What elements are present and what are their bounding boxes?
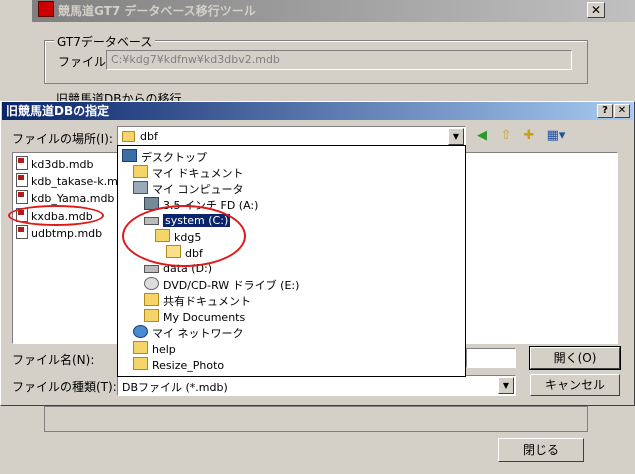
dropdown-item[interactable]: デスクトップ — [120, 149, 464, 165]
look-in-value: dbf — [140, 130, 158, 143]
shared-folder-icon — [144, 293, 159, 306]
background-close-button[interactable]: ✕ — [587, 2, 605, 18]
look-in-combo[interactable]: dbf ▼ — [117, 126, 466, 147]
dropdown-item[interactable]: マイ コンピュータ — [120, 181, 464, 197]
dropdown-item[interactable]: マイ ドキュメント — [120, 165, 464, 181]
dropdown-item[interactable]: DVD/CD-RW ドライブ (E:) — [120, 277, 464, 293]
cd-drive-icon — [144, 277, 159, 290]
open-button[interactable]: 開く(O) — [529, 346, 621, 370]
dropdown-item[interactable]: マイ ネットワーク — [120, 325, 464, 341]
dropdown-item[interactable]: 共有ドキュメント — [120, 293, 464, 309]
mdb-file-icon — [16, 156, 28, 170]
help-button[interactable]: ? — [597, 104, 613, 118]
desktop-icon — [122, 149, 137, 162]
new-folder-icon[interactable]: ✚ — [519, 126, 539, 146]
mdb-file-icon — [16, 225, 28, 239]
migration-progress-frame — [44, 406, 588, 432]
mdb-file-icon — [16, 190, 28, 204]
network-icon — [133, 325, 148, 338]
gt7-file-path-field[interactable]: C:¥kdg7¥kdfnw¥kd3dbv2.mdb — [106, 50, 572, 70]
filename-label: ファイル名(N): — [12, 353, 95, 367]
list-item[interactable]: kd3db.mdb — [16, 156, 94, 172]
dropdown-item-label: My Documents — [163, 311, 246, 324]
dropdown-item-label: 共有ドキュメント — [163, 295, 251, 308]
dropdown-item-label: デスクトップ — [141, 151, 207, 164]
folder-icon — [144, 309, 159, 322]
background-close-dialog-button[interactable]: 閉じる — [498, 438, 584, 462]
dropdown-item[interactable]: help — [120, 341, 464, 357]
view-menu-icon[interactable]: ▦▾ — [543, 126, 569, 146]
folder-icon — [133, 357, 148, 370]
list-item[interactable]: kdb_takase-k.mdb — [16, 173, 132, 189]
dialog-titlebar: 旧競馬道DBの指定 — [2, 102, 633, 120]
my-documents-icon — [133, 165, 148, 178]
background-window-titlebar: 競馬道GT7 データベース移行ツール — [32, 0, 635, 22]
folder-icon — [133, 341, 148, 354]
look-in-label: ファイルの場所(I): — [12, 132, 113, 146]
dialog-close-button[interactable]: ✕ — [614, 104, 630, 118]
open-folder-icon — [122, 131, 135, 142]
hard-drive-icon — [144, 265, 159, 273]
dropdown-item-label: DVD/CD-RW ドライブ (E:) — [163, 279, 300, 292]
filetype-combo[interactable]: DBファイル (*.mdb) ▼ — [117, 375, 516, 396]
filename-input[interactable] — [466, 348, 516, 368]
back-icon[interactable]: ◀ — [472, 126, 492, 146]
cancel-button[interactable]: キャンセル — [530, 374, 620, 396]
dropdown-item-label: help — [152, 343, 176, 356]
dropdown-item-label: マイ ドキュメント — [152, 167, 244, 180]
dropdown-item-label: マイ コンピュータ — [152, 183, 244, 196]
look-in-dropdown-arrow[interactable]: ▼ — [448, 128, 464, 145]
up-folder-icon[interactable]: ⇧ — [496, 126, 516, 146]
dropdown-item[interactable]: My Documents — [120, 309, 464, 325]
my-computer-icon — [133, 181, 148, 194]
filetype-label: ファイルの種類(T): — [12, 380, 117, 394]
file-label: ファイル: — [58, 55, 111, 69]
background-window-title: 競馬道GT7 データベース移行ツール — [58, 4, 256, 18]
dialog-title: 旧競馬道DBの指定 — [6, 104, 110, 118]
annotation-ellipse-folder — [122, 205, 246, 267]
dropdown-item[interactable]: Resize_Photo — [120, 357, 464, 373]
app-icon — [38, 1, 54, 17]
gt7-database-group-label: GT7データベース — [54, 33, 156, 50]
filetype-dropdown-arrow[interactable]: ▼ — [498, 377, 514, 394]
dropdown-item-label: Resize_Photo — [152, 359, 225, 372]
mdb-file-icon — [16, 173, 28, 187]
list-item[interactable]: kdb_Yama.mdb — [16, 190, 114, 206]
filetype-value: DBファイル (*.mdb) — [122, 381, 228, 394]
dropdown-item-label: マイ ネットワーク — [152, 327, 244, 340]
list-item[interactable]: udbtmp.mdb — [16, 225, 102, 241]
annotation-ellipse-file — [8, 205, 104, 226]
